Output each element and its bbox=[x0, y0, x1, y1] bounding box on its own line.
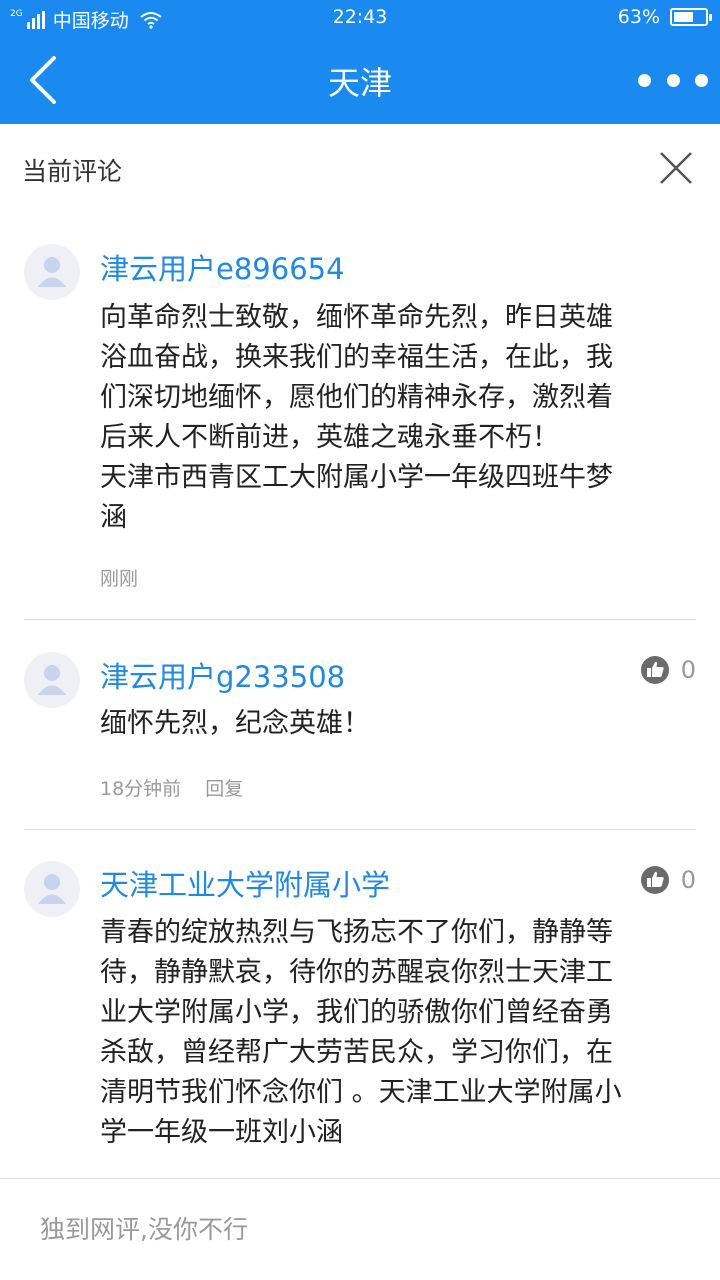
comment-meta: 刚刚 bbox=[100, 564, 138, 591]
comment-meta: 18分钟前 回复 bbox=[100, 774, 243, 801]
comment-time: 18分钟前 bbox=[100, 778, 182, 800]
comment-text-line: 待，静静默哀，待你的苏醒哀你烈士天津工 bbox=[100, 957, 613, 988]
comment-text-line: 涵 bbox=[100, 502, 127, 533]
page-title: 天津 bbox=[327, 64, 392, 102]
user-icon bbox=[38, 665, 66, 695]
comment-text: 青春的绽放热烈与飞扬忘不了你们，静静等 待，静静默哀，待你的苏醒哀你烈士天津工 … bbox=[100, 913, 680, 1153]
nav-bar: 天津 bbox=[0, 36, 720, 124]
comment-username[interactable]: 津云用户g233508 bbox=[100, 654, 345, 696]
comment-time: 刚刚 bbox=[100, 568, 139, 590]
like-count: 0 bbox=[680, 866, 696, 894]
avatar[interactable] bbox=[24, 652, 80, 708]
comment-text-line: 业大学附属小学，我们的骄傲你们曾经奋勇 bbox=[100, 997, 613, 1028]
comment-text-line: 们深切地缅怀，愿他们的精神永存，激烈着 bbox=[100, 382, 613, 413]
comment-text-line: 天津市西青区工大附属小学一年级四班牛梦 bbox=[100, 462, 613, 493]
comment-text-line: 后来人不断前进，英雄之魂永垂不朽！ bbox=[100, 422, 559, 453]
comment-text: 缅怀先烈，纪念英雄！ bbox=[100, 708, 370, 739]
user-icon bbox=[38, 874, 66, 904]
divider bbox=[0, 1178, 720, 1179]
like-button[interactable]: 0 bbox=[640, 866, 696, 894]
comments-header: 当前评论 bbox=[0, 124, 720, 210]
status-bar: 2G 中国移动 22:43 63% bbox=[0, 0, 720, 36]
like-button[interactable]: 0 bbox=[640, 656, 696, 684]
battery-percent: 63% bbox=[617, 6, 660, 28]
comment-username[interactable]: 天津工业大学附属小学 bbox=[100, 862, 390, 904]
comment-text-line: 向革命烈士致敬，缅怀革命先烈，昨日英雄 bbox=[100, 302, 613, 333]
thumbs-up-icon bbox=[640, 656, 669, 684]
thumbs-up-icon bbox=[640, 866, 669, 894]
like-count: 0 bbox=[680, 656, 696, 684]
top-bar: 2G 中国移动 22:43 63% 天津 bbox=[0, 0, 720, 124]
reply-button[interactable]: 回复 bbox=[205, 778, 243, 800]
user-icon bbox=[38, 257, 66, 287]
comment-text-line: 清明节我们怀念你们 。天津工业大学附属小 bbox=[100, 1077, 622, 1108]
comment-input[interactable]: 独到网评,没你不行 bbox=[40, 1200, 680, 1260]
comment-username[interactable]: 津云用户e896654 bbox=[100, 246, 345, 288]
divider bbox=[24, 619, 696, 620]
more-options-button[interactable] bbox=[638, 66, 708, 94]
avatar[interactable] bbox=[24, 861, 80, 917]
comment-text-line: 学一年级一班刘小涵 bbox=[100, 1117, 343, 1148]
comment-text-line: 青春的绽放热烈与飞扬忘不了你们，静静等 bbox=[100, 917, 613, 948]
avatar[interactable] bbox=[24, 244, 80, 300]
close-button[interactable] bbox=[658, 150, 694, 186]
comment-text-line: 浴血奋战，换来我们的幸福生活，在此，我 bbox=[100, 342, 613, 373]
comment-text: 向革命烈士致敬，缅怀革命先烈，昨日英雄 浴血奋战，换来我们的幸福生活，在此，我 … bbox=[100, 298, 680, 538]
section-title: 当前评论 bbox=[22, 157, 123, 186]
divider bbox=[24, 829, 696, 830]
comment-text-line: 杀敌，曾经帮广大劳苦民众，学习你们，在 bbox=[100, 1037, 613, 1068]
clock: 22:43 bbox=[332, 6, 388, 28]
battery-icon bbox=[670, 8, 712, 26]
